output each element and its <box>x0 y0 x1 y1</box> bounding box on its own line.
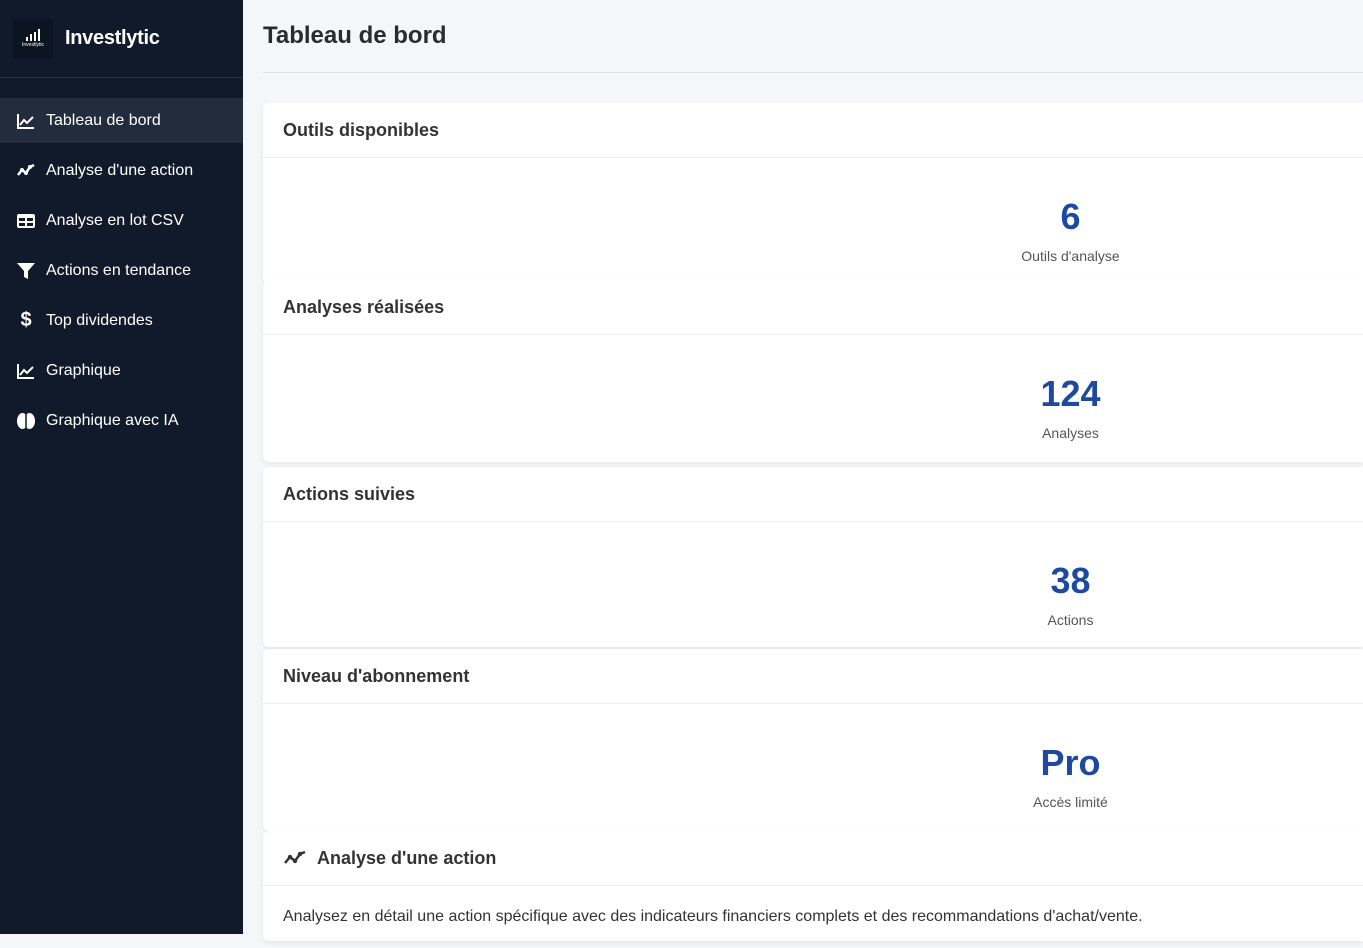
dollar-icon: $ <box>20 309 32 331</box>
stat-card-outils: Outils disponibles 6 Outils d'analyse <box>263 103 1363 283</box>
brand[interactable]: Investlytic Investlytic <box>0 0 243 78</box>
brand-name: Investlytic <box>65 27 160 49</box>
feature-title: Analyse d'une action <box>317 847 497 868</box>
sidebar-item-label: Actions en tendance <box>46 261 191 279</box>
sidebar-nav: Tableau de bord Analyse d'une action Ana… <box>0 98 243 443</box>
sidebar-item-analyse-csv[interactable]: Analyse en lot CSV <box>0 198 243 243</box>
sidebar-item-label: Top dividendes <box>46 311 153 329</box>
sidebar-item-label: Tableau de bord <box>46 111 161 129</box>
logo-text: Investlytic <box>22 42 44 48</box>
line-chart-icon <box>16 111 36 131</box>
page-header: Tableau de bord <box>263 0 1363 73</box>
sidebar-item-graphique[interactable]: Graphique <box>0 348 243 393</box>
brain-icon <box>16 411 36 431</box>
sidebar-item-tableau-de-bord[interactable]: Tableau de bord <box>0 98 243 143</box>
sidebar-item-actions-tendance[interactable]: Actions en tendance <box>0 248 243 293</box>
sidebar-item-label: Graphique avec IA <box>46 411 179 429</box>
stat-card-abonnement: Niveau d'abonnement Pro Accès limité <box>263 649 1363 831</box>
trend-icon <box>284 850 306 864</box>
card-title: Analyse d'une action <box>263 831 1363 886</box>
feature-description: Analysez en détail une action spécifique… <box>283 908 1143 925</box>
trend-icon <box>16 161 36 181</box>
sidebar-item-label: Graphique <box>46 361 121 379</box>
sidebar-item-label: Analyse en lot CSV <box>46 211 184 229</box>
stat-value: 6 <box>1060 196 1081 237</box>
table-icon <box>16 211 36 231</box>
sidebar-item-top-dividendes[interactable]: $ Top dividendes <box>0 298 243 343</box>
line-chart-icon <box>16 361 36 381</box>
stat-value: 124 <box>1040 373 1101 414</box>
bar-chart-logo-icon <box>26 29 40 41</box>
page-title: Tableau de bord <box>263 22 447 49</box>
main-content: Tableau de bord Outils disponibles 6 Out… <box>243 0 1363 941</box>
sidebar-item-analyse-action[interactable]: Analyse d'une action <box>0 148 243 193</box>
stat-value: Pro <box>1040 742 1101 783</box>
card-title: Actions suivies <box>263 467 1363 522</box>
card-title: Niveau d'abonnement <box>263 649 1363 704</box>
stat-card-analyses: Analyses réalisées 124 Analyses <box>263 280 1363 462</box>
feature-card-analyse-action[interactable]: Analyse d'une action Analysez en détail … <box>263 831 1363 941</box>
stat-value: 38 <box>1050 560 1091 601</box>
logo: Investlytic <box>13 18 53 59</box>
stat-label: Outils d'analyse <box>1021 248 1120 264</box>
card-title: Outils disponibles <box>263 103 1363 158</box>
filter-icon <box>16 261 36 281</box>
card-title: Analyses réalisées <box>263 280 1363 335</box>
sidebar-item-graphique-ia[interactable]: Graphique avec IA <box>0 398 243 443</box>
stat-label: Accès limité <box>1033 794 1108 810</box>
stat-label: Analyses <box>1042 425 1099 441</box>
sidebar-item-label: Analyse d'une action <box>46 161 194 179</box>
stat-card-actions: Actions suivies 38 Actions <box>263 467 1363 647</box>
sidebar: Investlytic Investlytic Tableau de bord … <box>0 0 243 934</box>
stat-label: Actions <box>1047 612 1094 628</box>
